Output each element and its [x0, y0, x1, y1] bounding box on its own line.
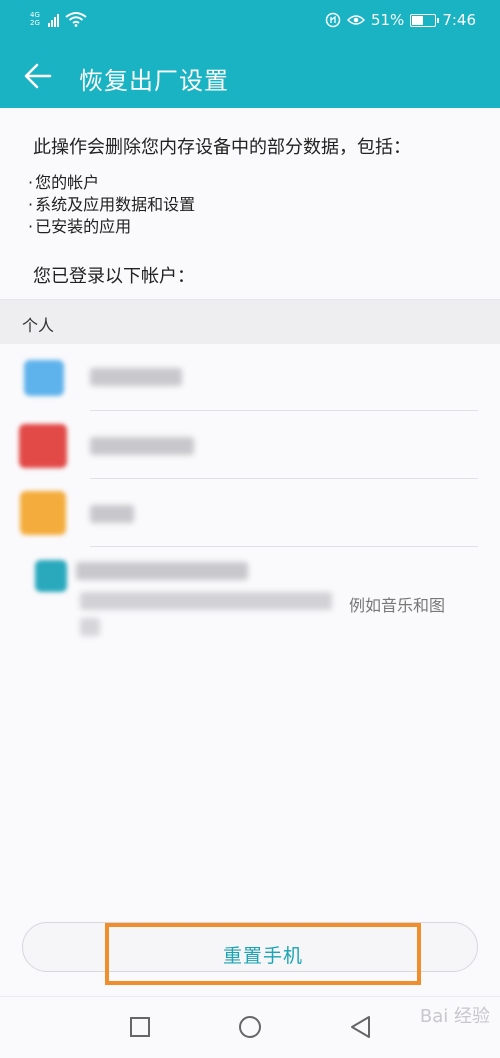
battery-icon: [410, 13, 440, 27]
data-list: 您的帐户 系统及应用数据和设置 已安装的应用: [28, 172, 195, 238]
nfc-icon: [325, 12, 341, 28]
app-bar: 恢复出厂设置: [0, 42, 500, 108]
account-name-blurred: [90, 437, 194, 455]
status-left: 4G 2G: [30, 11, 87, 27]
account-row: [0, 344, 500, 411]
section-header: 个人: [0, 299, 500, 344]
arrow-left-icon[interactable]: [22, 60, 54, 92]
list-item: 系统及应用数据和设置: [28, 194, 195, 216]
network-type: 4G 2G: [30, 11, 40, 27]
reset-phone-button[interactable]: 重置手机: [105, 923, 421, 985]
account-desc-blurred: [80, 592, 332, 610]
account-row: [0, 479, 500, 547]
intro-text: 此操作会删除您内存设备中的部分数据，包括：: [33, 137, 411, 158]
section-label: 个人: [22, 316, 55, 335]
square-icon[interactable]: [126, 1013, 154, 1041]
status-right: 51% 7:46: [325, 11, 476, 29]
page-title: 恢复出厂设置: [79, 67, 229, 95]
account-app-icon: [19, 424, 67, 468]
account-app-icon: [35, 560, 67, 592]
clock: 7:46: [442, 11, 476, 29]
triangle-back-icon[interactable]: [347, 1013, 375, 1041]
wifi-icon: [65, 12, 87, 27]
battery-percent: 51%: [370, 11, 405, 29]
eye-comfort-icon: [346, 15, 365, 25]
account-description: 例如音乐和图: [349, 596, 446, 615]
account-name-blurred: [90, 368, 182, 386]
account-row: [0, 411, 500, 479]
status-bar: 4G 2G 51% 7:46: [0, 0, 500, 42]
account-app-icon: [24, 360, 64, 396]
account-desc-blurred: [80, 618, 100, 636]
account-name-blurred: [90, 505, 134, 523]
logged-in-heading: 您已登录以下帐户：: [33, 266, 195, 287]
account-app-icon: [20, 491, 66, 535]
account-name-blurred: [76, 562, 248, 580]
network-top-label: 4G: [30, 11, 40, 19]
watermark: Bai 经验: [419, 1006, 490, 1027]
network-bottom-label: 2G: [30, 19, 40, 27]
signal-icon: [47, 11, 59, 27]
list-item: 您的帐户: [28, 172, 195, 194]
circle-icon[interactable]: [236, 1013, 264, 1041]
list-item: 已安装的应用: [28, 216, 195, 238]
